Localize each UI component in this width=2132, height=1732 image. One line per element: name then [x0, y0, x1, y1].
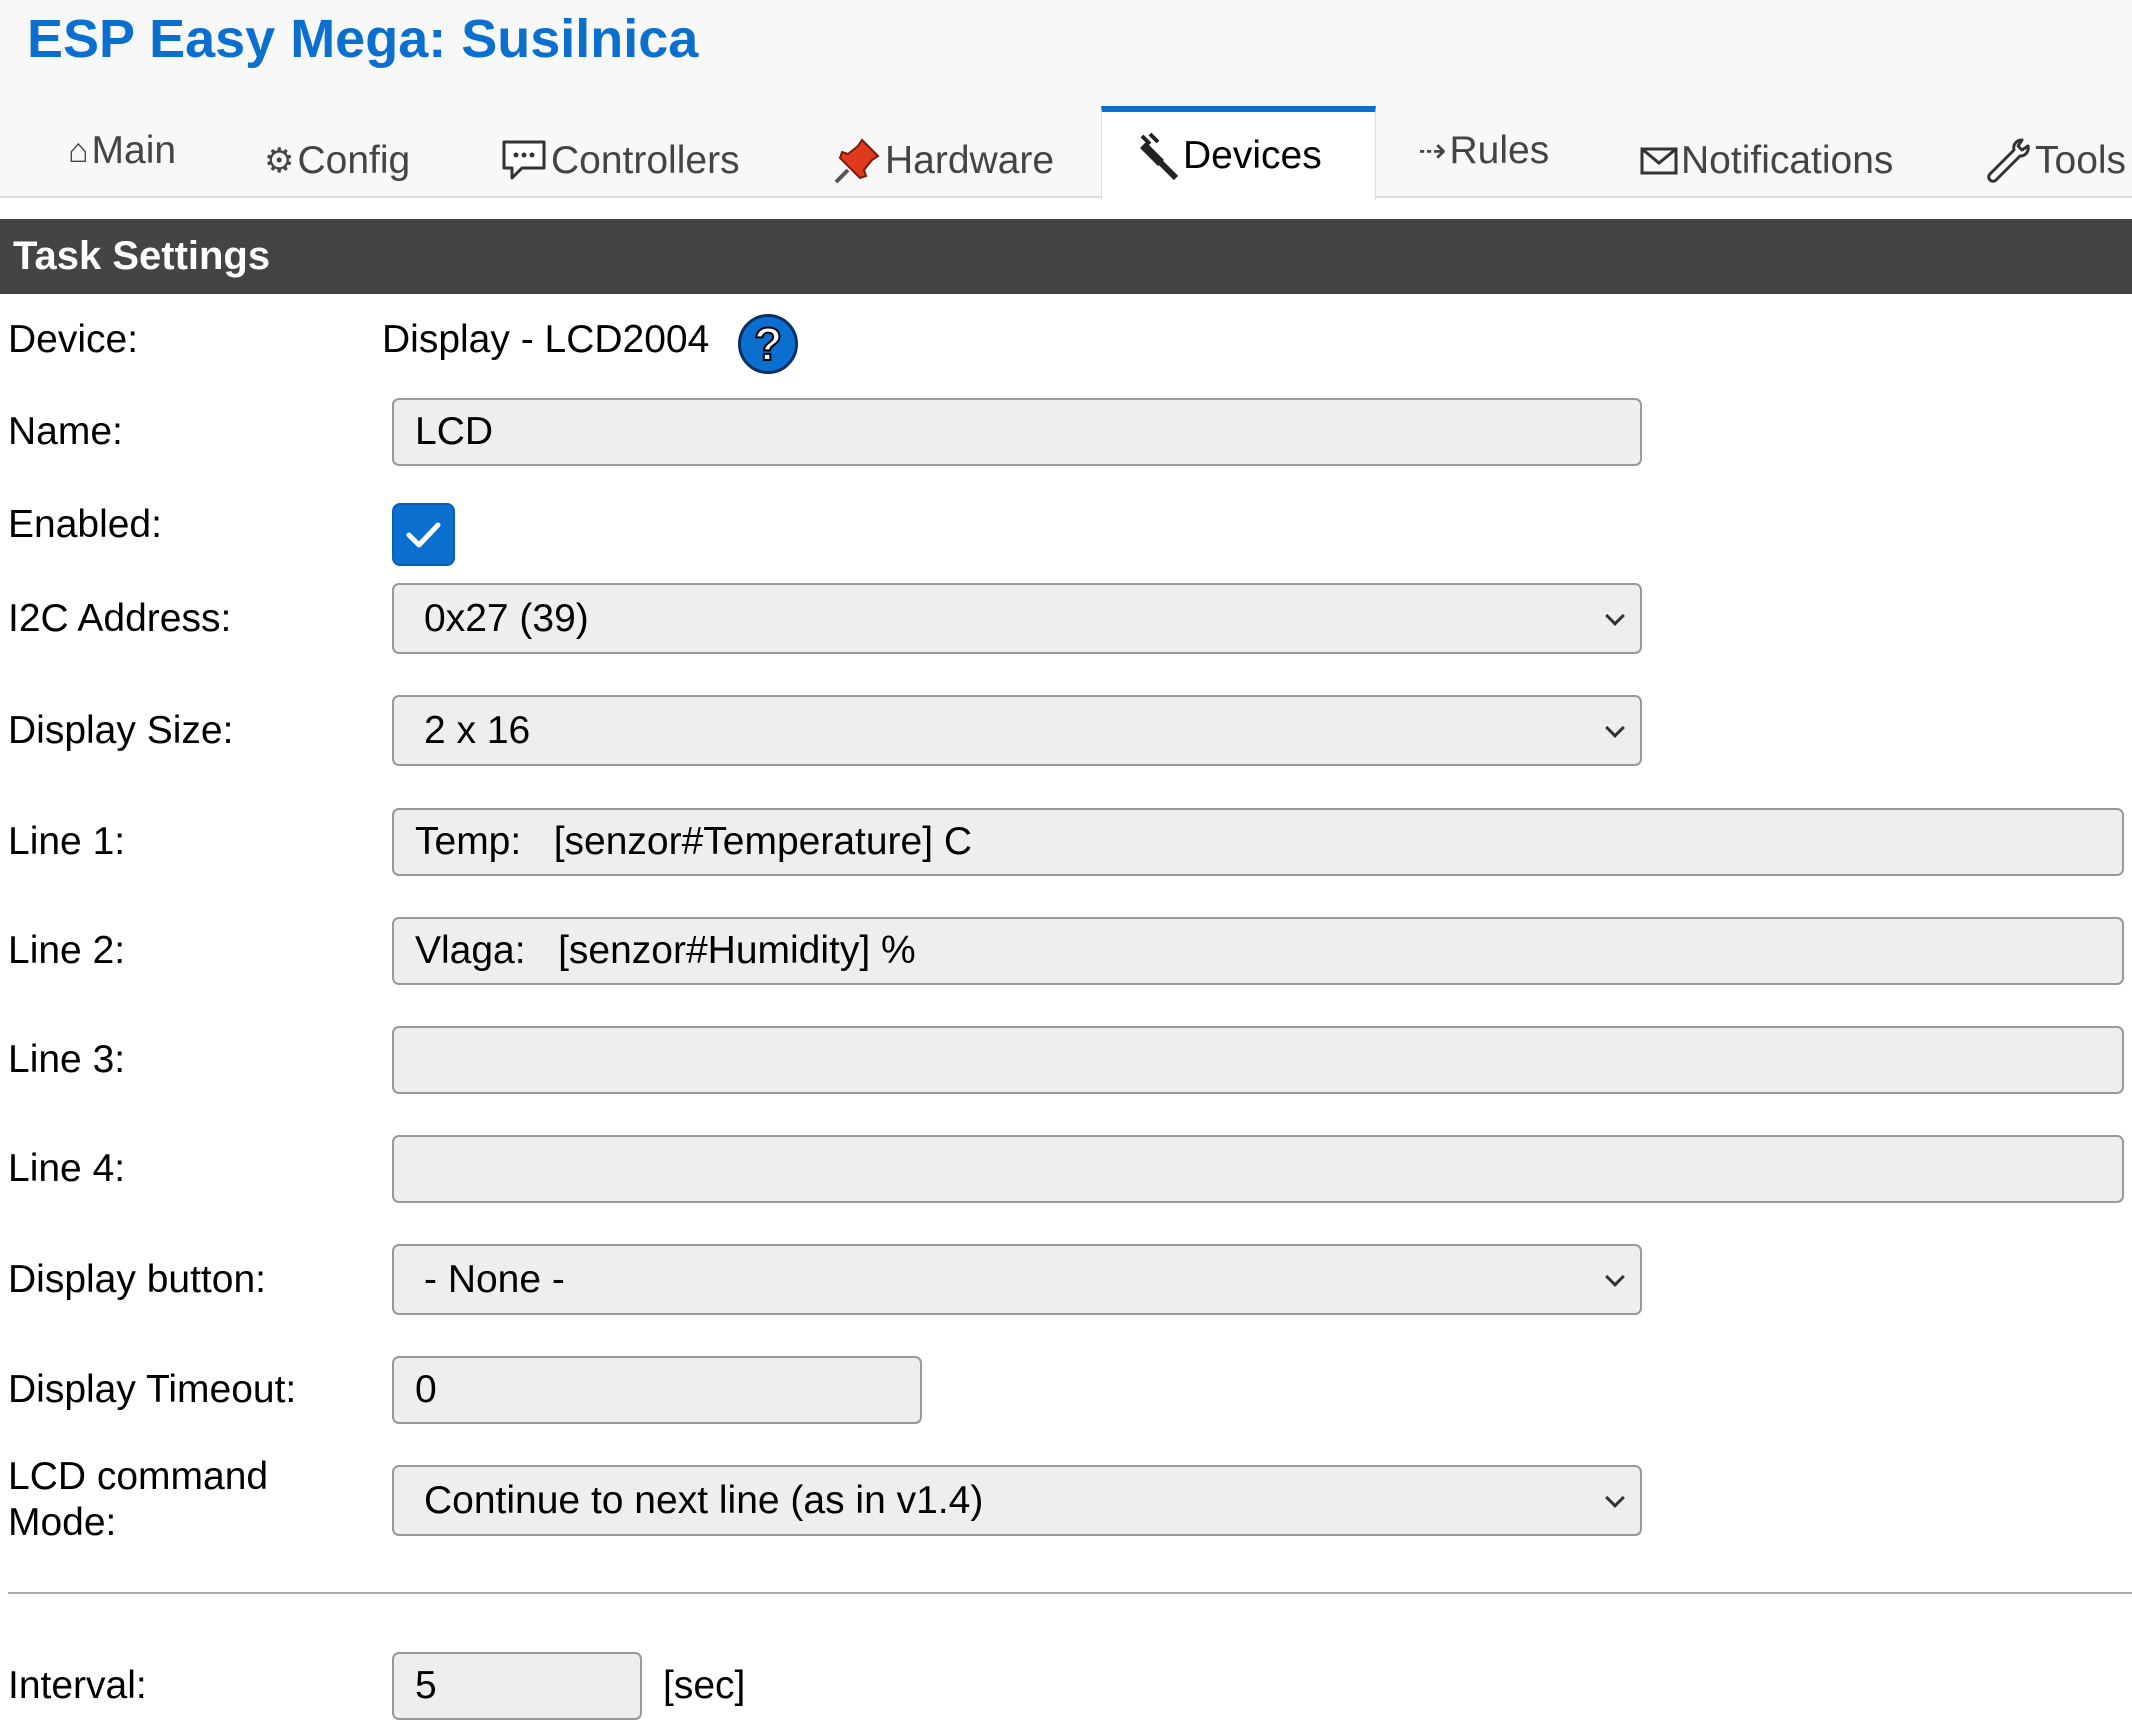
display-timeout-input[interactable]: 0 — [392, 1356, 922, 1424]
name-label: Name: — [8, 410, 123, 453]
top-navigation-bar: ESP Easy Mega: Susilnica ⌂ Main ⚙ Config… — [0, 0, 2132, 200]
display-timeout-label: Display Timeout: — [8, 1368, 297, 1411]
plug-icon — [1136, 132, 1180, 180]
display-size-select[interactable]: 2 x 16 — [392, 695, 1642, 766]
envelope-icon — [1640, 146, 1678, 176]
display-button-select[interactable]: - None - — [392, 1244, 1642, 1315]
tab-devices[interactable]: Devices — [1101, 106, 1376, 200]
display-size-label: Display Size: — [8, 709, 234, 752]
device-label: Device: — [8, 318, 139, 361]
line1-label: Line 1: — [8, 820, 126, 863]
tab-main[interactable]: ⌂ Main — [68, 116, 176, 186]
line4-input[interactable] — [392, 1135, 2124, 1203]
device-value: Display - LCD2004 — [382, 318, 710, 361]
line2-label: Line 2: — [8, 929, 126, 972]
line2-input[interactable]: Vlaga: [senzor#Humidity] % — [392, 917, 2124, 985]
pushpin-icon — [832, 136, 882, 186]
section-title: Task Settings — [13, 234, 271, 278]
enabled-checkbox[interactable] — [392, 503, 455, 566]
i2c-address-label: I2C Address: — [8, 597, 232, 640]
i2c-address-select[interactable]: 0x27 (39) — [392, 583, 1642, 654]
interval-label: Interval: — [8, 1664, 147, 1707]
line3-input[interactable] — [392, 1026, 2124, 1094]
chevron-down-icon — [1605, 718, 1625, 738]
chevron-down-icon — [1605, 1488, 1625, 1508]
chevron-down-icon — [1605, 1267, 1625, 1287]
help-icon[interactable]: ? — [738, 314, 798, 374]
tab-controllers[interactable]: Controllers — [500, 126, 740, 196]
tab-hardware[interactable]: Hardware — [832, 126, 1054, 196]
wrench-icon — [1982, 136, 2032, 186]
section-header: Task Settings — [0, 219, 2132, 294]
tab-tools[interactable]: Tools — [1982, 126, 2126, 196]
home-icon: ⌂ — [68, 131, 89, 170]
arrow-icon: ⇢ — [1418, 132, 1447, 170]
app-title: ESP Easy Mega: Susilnica — [27, 9, 699, 69]
interval-unit: [sec] — [663, 1664, 746, 1707]
line1-input[interactable]: Temp: [senzor#Temperature] C — [392, 808, 2124, 876]
line4-label: Line 4: — [8, 1147, 126, 1190]
tab-notifications[interactable]: Notifications — [1640, 126, 1893, 196]
divider — [8, 1592, 2132, 1594]
tab-rules[interactable]: ⇢ Rules — [1418, 116, 1549, 186]
lcd-command-mode-select[interactable]: Continue to next line (as in v1.4) — [392, 1465, 1642, 1536]
chevron-down-icon — [1605, 606, 1625, 626]
display-button-label: Display button: — [8, 1258, 266, 1301]
tab-config[interactable]: ⚙ Config — [264, 126, 410, 196]
line3-label: Line 3: — [8, 1038, 126, 1081]
lcd-command-mode-label: LCD command Mode: — [8, 1455, 269, 1544]
enabled-label: Enabled: — [8, 503, 162, 546]
gear-icon: ⚙ — [264, 142, 295, 180]
chat-icon — [500, 138, 548, 184]
name-input[interactable]: LCD — [392, 398, 1642, 466]
checkmark-icon — [406, 522, 441, 548]
interval-input[interactable]: 5 — [392, 1652, 642, 1720]
